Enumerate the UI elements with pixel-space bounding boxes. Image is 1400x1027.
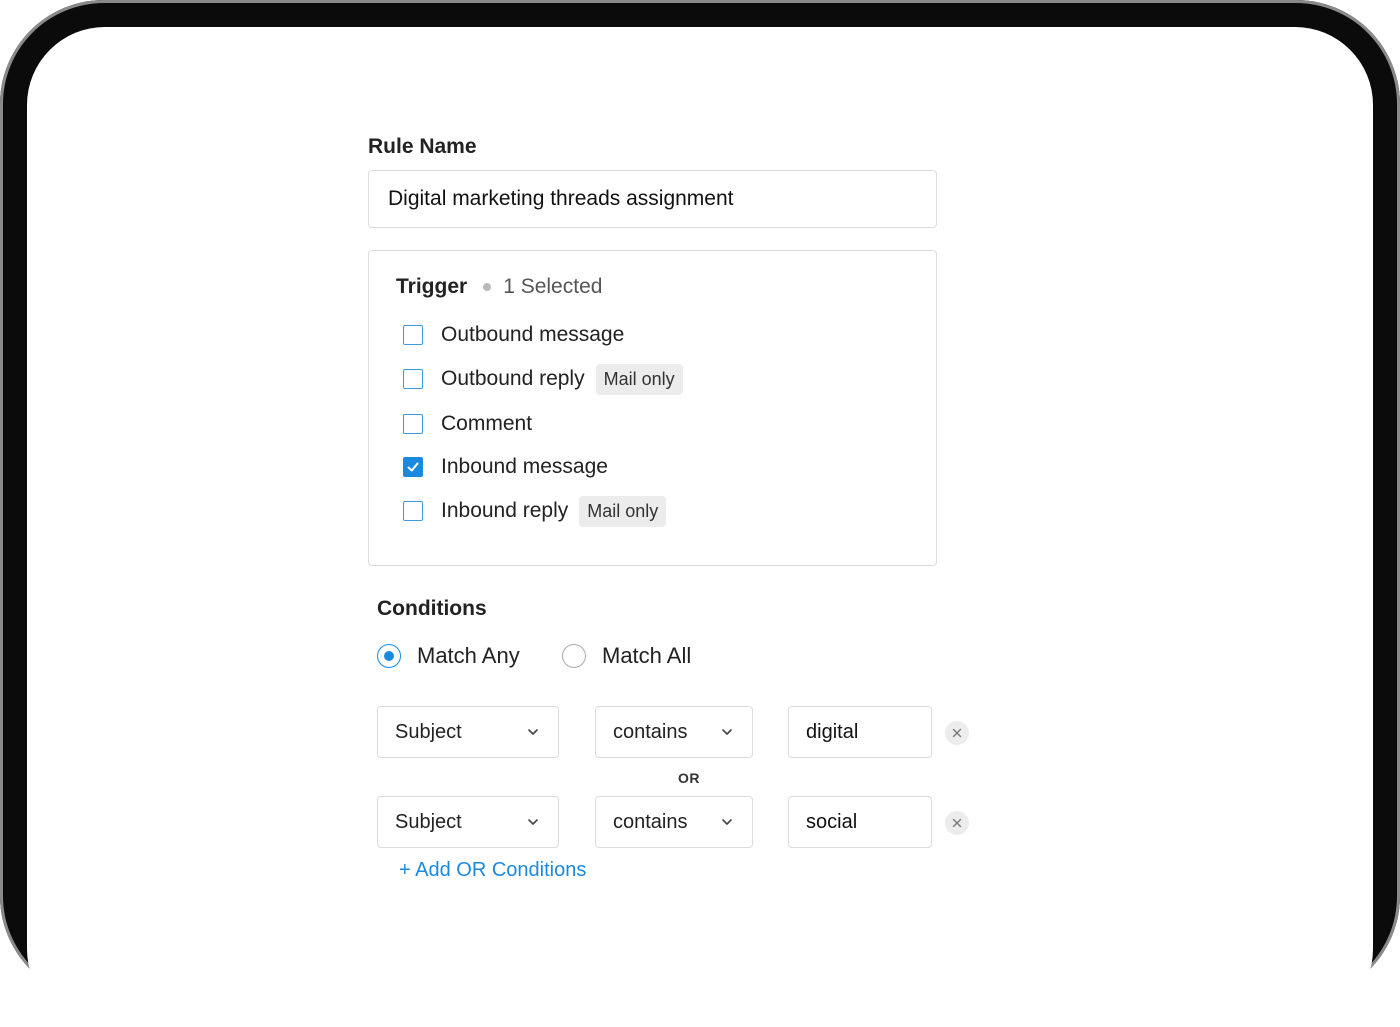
condition-value: social: [806, 810, 858, 833]
trigger-option-inbound-message[interactable]: Inbound message: [403, 450, 608, 484]
checkbox[interactable]: [403, 369, 423, 389]
condition-field-value: Subject: [395, 720, 462, 743]
checkbox[interactable]: [403, 414, 423, 434]
mail-only-badge: Mail only: [595, 363, 683, 395]
checkbox[interactable]: [403, 501, 423, 521]
condition-field-value: Subject: [395, 810, 462, 833]
condition-operator-select[interactable]: contains: [595, 706, 753, 758]
trigger-option-comment[interactable]: Comment: [403, 407, 532, 441]
condition-value: digital: [806, 720, 859, 743]
or-joiner: OR: [678, 770, 700, 786]
rule-name-label: Rule Name: [368, 135, 477, 158]
trigger-option-outbound-reply[interactable]: Outbound reply Mail only: [403, 362, 683, 396]
match-all-radio[interactable]: Match All: [562, 643, 691, 669]
device-frame: Rule Name Digital marketing threads assi…: [0, 0, 1400, 1027]
trigger-option-label: Inbound reply: [441, 499, 569, 522]
condition-field-select[interactable]: Subject: [377, 796, 559, 848]
trigger-selected-count: 1 Selected: [503, 275, 603, 298]
remove-condition-button[interactable]: [945, 721, 969, 745]
trigger-option-outbound-message[interactable]: Outbound message: [403, 318, 624, 352]
match-any-label: Match Any: [417, 643, 520, 668]
checkbox-checked[interactable]: [403, 457, 423, 477]
trigger-panel: Trigger 1 Selected Outbound message Outb…: [368, 250, 937, 566]
condition-operator-select[interactable]: contains: [595, 796, 753, 848]
chevron-down-icon: [526, 725, 540, 739]
rule-name-value: Digital marketing threads assignment: [388, 187, 734, 210]
trigger-option-inbound-reply[interactable]: Inbound reply Mail only: [403, 494, 667, 528]
separator-dot-icon: [483, 283, 492, 291]
chevron-down-icon: [720, 815, 734, 829]
condition-value-input[interactable]: digital: [788, 706, 932, 758]
trigger-option-label: Inbound message: [441, 455, 608, 478]
match-any-radio[interactable]: Match Any: [377, 643, 520, 669]
trigger-option-label: Comment: [441, 412, 533, 435]
radio-dot-icon: [384, 651, 394, 661]
match-all-label: Match All: [602, 643, 692, 668]
condition-operator-value: contains: [613, 810, 688, 833]
radio-unselected[interactable]: [562, 644, 586, 668]
rule-name-input[interactable]: Digital marketing threads assignment: [368, 170, 937, 228]
condition-value-input[interactable]: social: [788, 796, 932, 848]
remove-condition-button[interactable]: [945, 811, 969, 835]
condition-field-select[interactable]: Subject: [377, 706, 559, 758]
close-icon: [952, 728, 962, 738]
mail-only-badge: Mail only: [579, 495, 667, 527]
trigger-title: Trigger: [396, 275, 468, 298]
close-icon: [952, 818, 962, 828]
radio-selected[interactable]: [377, 644, 401, 668]
screen: Rule Name Digital marketing threads assi…: [27, 27, 1373, 1027]
checkbox[interactable]: [403, 325, 423, 345]
conditions-title: Conditions: [377, 597, 487, 620]
check-icon: [407, 462, 419, 472]
chevron-down-icon: [526, 815, 540, 829]
trigger-option-label: Outbound message: [441, 323, 625, 346]
condition-operator-value: contains: [613, 720, 688, 743]
trigger-header: Trigger 1 Selected: [396, 275, 602, 299]
chevron-down-icon: [720, 725, 734, 739]
trigger-option-label: Outbound reply: [441, 367, 585, 390]
